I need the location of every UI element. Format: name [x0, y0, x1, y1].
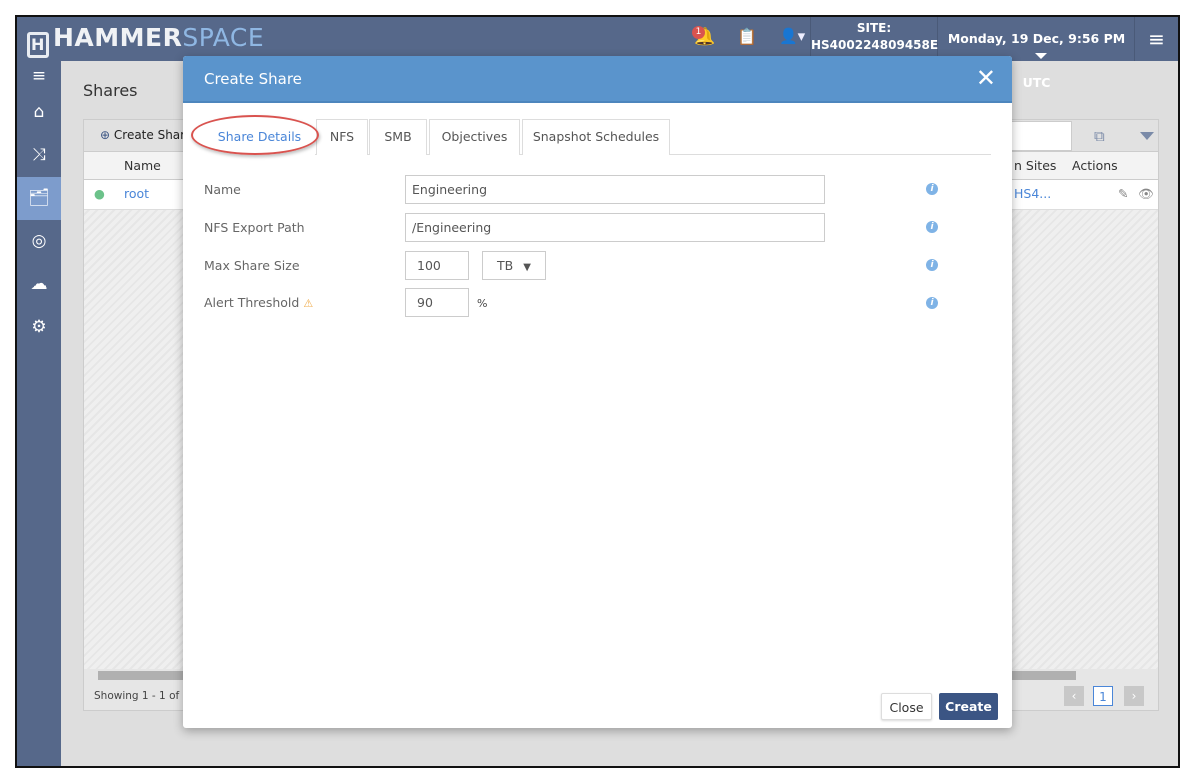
percent-unit: %: [477, 297, 488, 310]
column-header-name[interactable]: Name: [124, 152, 161, 180]
page-title: Shares: [83, 81, 138, 100]
gear-icon[interactable]: ⚙: [17, 306, 61, 349]
close-icon[interactable]: ✕: [976, 64, 996, 92]
eye-icon[interactable]: 👁: [1138, 180, 1154, 208]
hamburger-menu-icon[interactable]: ≡: [1134, 17, 1178, 61]
share-sites-link[interactable]: HS4...: [1014, 180, 1051, 208]
info-icon[interactable]: i: [926, 221, 938, 233]
info-icon[interactable]: i: [926, 259, 938, 271]
column-header-sites[interactable]: n Sites: [1014, 152, 1056, 180]
status-ok-icon: ●: [94, 186, 105, 201]
top-bar: H HAMMERSPACE 🔔 1 📋 👤▾ SITE: HS40022480945…: [17, 17, 1178, 90]
dialog-title: Create Share: [183, 56, 1012, 103]
search-input[interactable]: [1004, 121, 1072, 151]
max-share-size-label: Max Share Size: [204, 258, 300, 273]
tab-bar: Share Details NFS SMB Objectives Snapsho…: [204, 119, 991, 155]
sidebar-toggle-icon[interactable]: ≡: [17, 61, 61, 91]
plus-circle-icon: ⊕: [100, 128, 111, 142]
alert-threshold-label: Alert Threshold: [204, 295, 300, 310]
caret-down-icon: [1035, 53, 1047, 59]
next-page-button[interactable]: ›: [1124, 686, 1144, 706]
page-number-button[interactable]: 1: [1093, 686, 1113, 706]
caret-down-icon: ▼: [523, 262, 531, 273]
nfs-export-path-label: NFS Export Path: [204, 220, 305, 235]
info-icon[interactable]: i: [926, 183, 938, 195]
logo-mark-icon: H: [27, 32, 49, 58]
create-button[interactable]: Create: [939, 693, 998, 720]
close-button[interactable]: Close: [881, 693, 932, 720]
export-icon[interactable]: ⧉: [1094, 127, 1105, 145]
size-unit-value: TB: [497, 258, 514, 273]
create-share-button[interactable]: ⊕ Create Shar: [100, 128, 185, 142]
name-input[interactable]: Engineering: [405, 175, 825, 204]
logo-text: HAMMER: [53, 23, 183, 52]
share-name-link[interactable]: root: [124, 180, 149, 208]
clipboard-icon[interactable]: 📋: [737, 27, 757, 46]
max-share-size-input[interactable]: 100: [405, 251, 469, 280]
logo-text-light: SPACE: [182, 23, 265, 52]
create-share-dialog: Create Share ✕ Share Details NFS SMB Obj…: [183, 56, 1012, 728]
site-label: SITE:: [856, 21, 892, 35]
home-icon[interactable]: ⌂: [17, 91, 61, 134]
site-id: HS400224809458E: [811, 38, 939, 52]
shares-folder-icon[interactable]: 🗂: [17, 177, 61, 220]
sidebar: ≡ ⌂ ⤨ 🗂 ◎ ☁ ⚙: [17, 61, 61, 766]
hammerspace-logo[interactable]: H HAMMERSPACE: [27, 23, 264, 58]
tab-snapshot-schedules[interactable]: Snapshot Schedules: [522, 119, 670, 155]
name-label: Name: [204, 182, 241, 197]
user-menu-icon[interactable]: 👤▾: [779, 27, 805, 45]
info-icon[interactable]: i: [926, 297, 938, 309]
tab-objectives[interactable]: Objectives: [429, 119, 520, 155]
size-unit-select[interactable]: TB ▼: [482, 251, 546, 280]
warning-icon: ⚠: [303, 297, 314, 310]
caret-down-icon[interactable]: [1140, 132, 1154, 140]
site-info: SITE: HS400224809458E: [810, 17, 938, 61]
highlight-ellipse: [191, 115, 319, 155]
target-icon[interactable]: ◎: [17, 220, 61, 263]
prev-page-button[interactable]: ‹: [1064, 686, 1084, 706]
tab-nfs[interactable]: NFS: [316, 119, 368, 155]
notification-badge: 1: [692, 26, 705, 39]
alert-threshold-input[interactable]: 90: [405, 288, 469, 317]
column-header-actions: Actions: [1072, 158, 1118, 173]
tab-smb[interactable]: SMB: [369, 119, 427, 155]
cloud-storage-icon[interactable]: ☁: [17, 263, 61, 306]
create-share-label: Create Shar: [113, 128, 186, 142]
nfs-export-path-input[interactable]: /Engineering: [405, 213, 825, 242]
showing-count: Showing 1 - 1 of 1: [94, 690, 190, 702]
pencil-icon[interactable]: ✎: [1118, 180, 1128, 208]
shuffle-icon[interactable]: ⤨: [17, 134, 61, 177]
